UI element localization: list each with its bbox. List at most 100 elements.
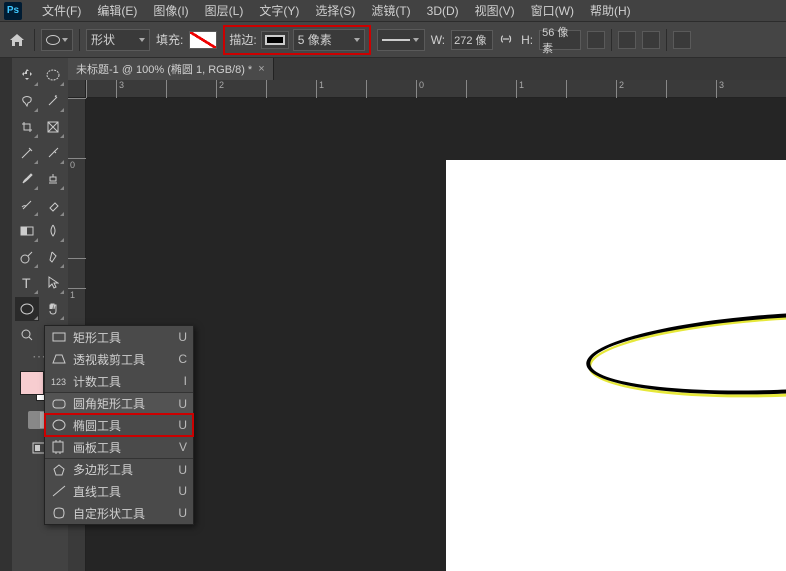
height-input[interactable]: 56 像素	[539, 30, 581, 50]
menu-select[interactable]: 选择(S)	[307, 2, 363, 19]
ellipse-tool[interactable]	[15, 297, 39, 321]
flyout-item-rect[interactable]: 矩形工具 U	[45, 326, 193, 348]
menu-window[interactable]: 窗口(W)	[523, 2, 582, 19]
move-tool[interactable]	[15, 63, 39, 87]
eraser-tool[interactable]	[41, 193, 65, 217]
pen-tool[interactable]	[41, 245, 65, 269]
foreground-color-swatch[interactable]	[20, 371, 44, 395]
flyout-item-polygon[interactable]: 多边形工具U	[45, 458, 193, 480]
custom-icon	[51, 506, 67, 520]
ruler-tick	[666, 80, 669, 98]
fill-color-swatch[interactable]	[189, 31, 217, 49]
caret-down-icon	[139, 38, 145, 42]
type-tool[interactable]: T	[15, 271, 39, 295]
clone-stamp-tool[interactable]	[41, 167, 65, 191]
ruler-tick	[266, 80, 269, 98]
ruler-tick: 2	[616, 80, 624, 98]
flyout-label: 圆角矩形工具	[73, 395, 172, 412]
flyout-item-roundrect[interactable]: 圆角矩形工具U	[45, 392, 193, 414]
line-icon	[51, 484, 67, 498]
menu-3d[interactable]: 3D(D)	[419, 4, 467, 18]
ruler-tick: 3	[716, 80, 724, 98]
ruler-tick: 1	[68, 288, 86, 300]
history-brush-tool[interactable]	[15, 193, 39, 217]
left-edge	[0, 58, 12, 571]
flyout-label: 椭圆工具	[73, 417, 172, 434]
settings-button[interactable]	[673, 31, 691, 49]
magic-wand-tool[interactable]	[41, 89, 65, 113]
ruler-corner	[68, 80, 86, 98]
document-tab[interactable]: 未标题-1 @ 100% (椭圆 1, RGB/8) * ×	[68, 58, 274, 80]
document-tab-title: 未标题-1 @ 100% (椭圆 1, RGB/8) *	[76, 61, 252, 77]
caret-down-icon	[413, 38, 419, 42]
ruler-tick	[366, 80, 369, 98]
menu-image[interactable]: 图像(I)	[145, 2, 196, 19]
dodge-tool[interactable]	[15, 245, 39, 269]
align-edges-button[interactable]	[618, 31, 636, 49]
arrange-button[interactable]	[642, 31, 660, 49]
persp-icon	[51, 352, 67, 366]
ruler-tick: 0	[416, 80, 424, 98]
caret-down-icon	[62, 38, 68, 42]
eyedropper-tool[interactable]	[15, 141, 39, 165]
home-icon[interactable]	[6, 29, 28, 51]
flyout-item-count[interactable]: 123计数工具I	[45, 370, 193, 392]
flyout-label: 矩形工具	[73, 329, 172, 346]
lasso-tool[interactable]	[15, 89, 39, 113]
width-input[interactable]: 272 像	[451, 30, 493, 50]
brush-tool[interactable]	[15, 167, 39, 191]
shape-mode-select[interactable]: 形状	[86, 29, 150, 51]
path-selection-tool[interactable]	[41, 271, 65, 295]
width-label: W:	[431, 33, 445, 47]
menu-edit[interactable]: 编辑(E)	[89, 2, 145, 19]
menu-type[interactable]: 文字(Y)	[251, 2, 307, 19]
height-value: 56 像素	[542, 24, 578, 56]
marquee-tool[interactable]	[41, 63, 65, 87]
count-icon: 123	[51, 374, 67, 388]
stroke-label: 描边:	[229, 31, 256, 48]
healing-brush-tool[interactable]	[41, 141, 65, 165]
separator	[611, 29, 612, 51]
ruler-tick: 3	[116, 80, 124, 98]
link-wh-icon[interactable]	[499, 32, 515, 48]
flyout-shortcut: C	[178, 352, 187, 366]
ruler-tick	[68, 98, 86, 100]
polygon-icon	[51, 463, 67, 477]
frame-tool[interactable]	[41, 115, 65, 139]
stroke-width-input[interactable]: 5 像素	[293, 29, 365, 51]
stroke-color-swatch[interactable]	[261, 31, 289, 49]
artboard-icon	[51, 440, 67, 454]
path-operations-button[interactable]	[587, 31, 605, 49]
stroke-width-value: 5 像素	[298, 31, 332, 48]
ruler-tick	[86, 80, 89, 98]
hand-tool[interactable]	[41, 297, 65, 321]
menu-filter[interactable]: 滤镜(T)	[363, 2, 418, 19]
horizontal-ruler[interactable]: 3210123	[86, 80, 786, 98]
menu-help[interactable]: 帮助(H)	[582, 2, 639, 19]
menu-file[interactable]: 文件(F)	[34, 2, 89, 19]
tab-close-button[interactable]: ×	[258, 63, 264, 75]
tool-preset-picker[interactable]	[41, 29, 73, 51]
gradient-tool[interactable]	[15, 219, 39, 243]
menu-view[interactable]: 视图(V)	[467, 2, 523, 19]
flyout-label: 画板工具	[73, 439, 173, 456]
flyout-shortcut: U	[178, 506, 187, 520]
flyout-shortcut: U	[178, 418, 187, 432]
caret-down-icon	[354, 38, 360, 42]
flyout-item-ellipse[interactable]: 椭圆工具 U	[45, 414, 193, 436]
flyout-item-persp[interactable]: 透视裁剪工具C	[45, 348, 193, 370]
line-icon	[382, 39, 410, 41]
flyout-item-artboard[interactable]: 画板工具V	[45, 436, 193, 458]
menu-layer[interactable]: 图层(L)	[197, 2, 252, 19]
blur-tool[interactable]	[41, 219, 65, 243]
flyout-label: 自定形状工具	[73, 505, 172, 522]
ruler-tick	[68, 258, 86, 260]
stroke-style-picker[interactable]	[377, 29, 425, 51]
zoom-tool[interactable]	[15, 323, 39, 347]
crop-tool[interactable]	[15, 115, 39, 139]
stroke-group-highlight: 描边: 5 像素	[223, 25, 370, 55]
flyout-item-line[interactable]: 直线工具U	[45, 480, 193, 502]
flyout-shortcut: U	[178, 330, 187, 344]
flyout-item-custom[interactable]: 自定形状工具 U	[45, 502, 193, 524]
ruler-tick: 1	[516, 80, 524, 98]
